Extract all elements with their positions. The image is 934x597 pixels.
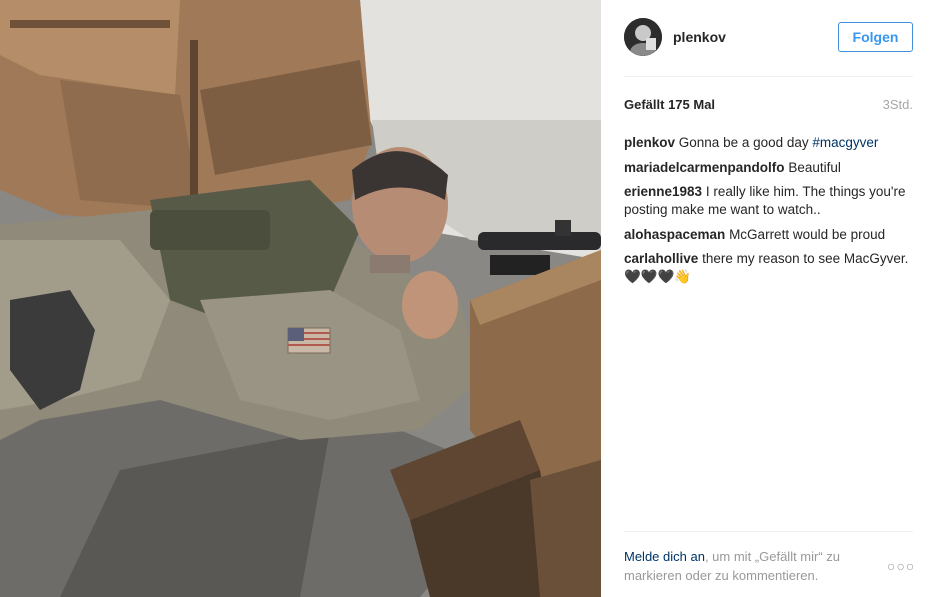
comment-item: alohaspaceman McGarrett would be proud [624,226,913,244]
likes-row: Gefällt 175 Mal 3Std. [624,96,913,116]
comment-list: plenkov Gonna be a good day #macgyver ma… [624,134,913,293]
avatar[interactable] [624,18,662,56]
post-footer: Melde dich an, um mit „Gefällt mir“ zu m… [624,531,914,597]
post-timestamp[interactable]: 3Std. [883,97,913,112]
comment-username[interactable]: erienne1983 [624,184,702,199]
comment-text: Beautiful [788,159,841,175]
post-sidebar: plenkov Folgen Gefällt 175 Mal 3Std. ple… [601,0,934,597]
comment-item: mariadelcarmenpandolfo Beautiful [624,159,913,177]
comment-username[interactable]: mariadelcarmenpandolfo [624,160,785,175]
post-author-username[interactable]: plenkov [673,29,726,45]
login-link[interactable]: Melde dich an [624,549,705,564]
comment-username[interactable]: alohaspaceman [624,227,725,242]
ellipsis-icon[interactable]: ○○○ [887,558,914,574]
comment-text: McGarrett would be proud [729,226,886,242]
login-prompt: Melde dich an, um mit „Gefällt mir“ zu m… [624,547,879,585]
comment-item: carlahollive there my reason to see MacG… [624,250,913,286]
comment-item: erienne1983 I really like him. The thing… [624,183,913,219]
avatar-image [624,18,662,56]
comment-username[interactable]: carlahollive [624,251,698,266]
comment-username[interactable]: plenkov [624,135,675,150]
follow-button[interactable]: Folgen [838,22,913,52]
likes-count[interactable]: Gefällt 175 Mal [624,97,715,112]
comment-text: Gonna be a good day [678,135,813,150]
soldier-photo-illustration [0,0,601,597]
comment-item: plenkov Gonna be a good day #macgyver [624,134,913,152]
post-header: plenkov Folgen [624,0,913,77]
hashtag-link[interactable]: #macgyver [812,135,878,150]
post-photo[interactable] [0,0,601,597]
